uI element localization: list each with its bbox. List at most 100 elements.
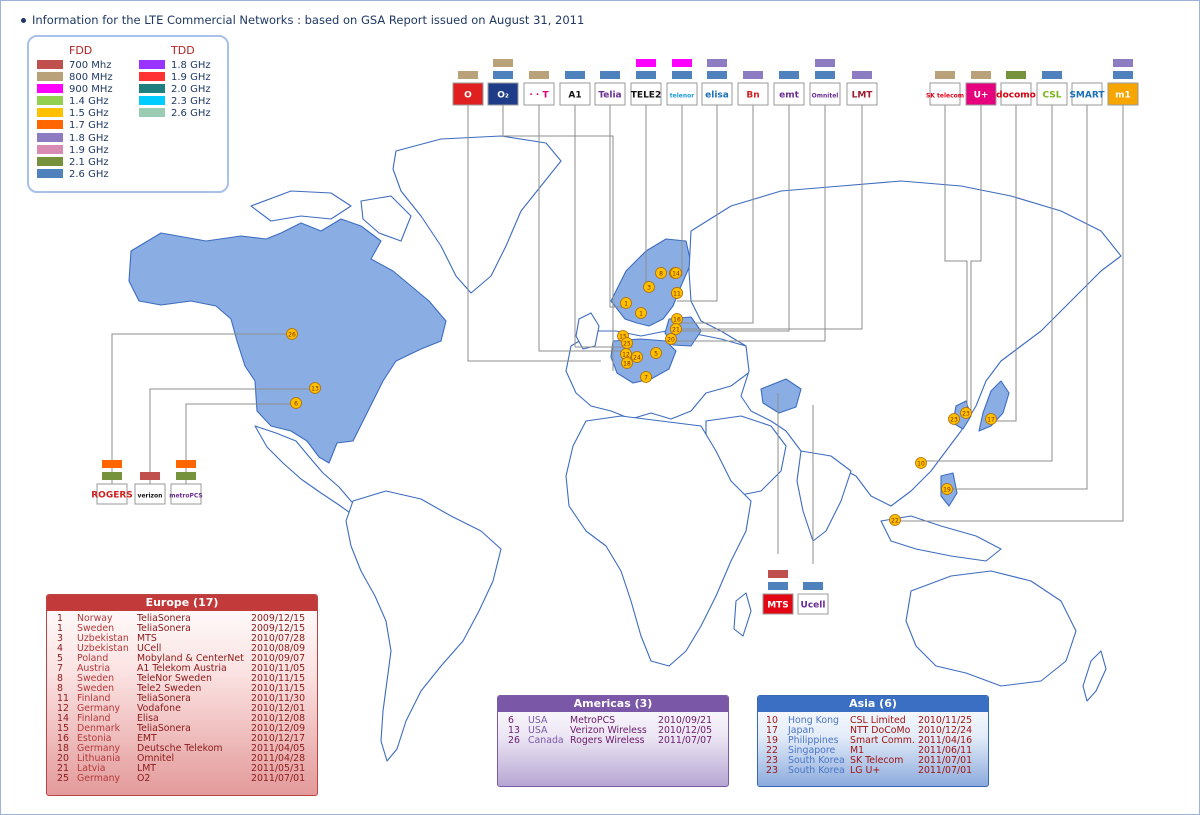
tdd-legend-item: 2.6 GHz bbox=[139, 108, 211, 120]
marker-number: 22 bbox=[891, 517, 899, 524]
tdd-color-swatch bbox=[139, 108, 165, 118]
fdd-legend-item: 2.6 GHz bbox=[37, 168, 113, 181]
network-marker: 19 bbox=[941, 483, 953, 495]
lte-network-map: Information for the LTE Commercial Netwo… bbox=[0, 0, 1200, 815]
operator-logo: Ucell bbox=[797, 582, 829, 615]
americas-table-header: Americas (3) bbox=[498, 696, 728, 712]
fdd-band-label: 1.5 GHz bbox=[69, 108, 109, 120]
network-marker: 17 bbox=[985, 413, 997, 425]
fdd-band-label: 700 Mhz bbox=[69, 60, 112, 71]
network-marker: 21 bbox=[670, 323, 682, 335]
table-row: 25 Germany O2 2011/07/01 bbox=[47, 774, 317, 784]
band-swatch bbox=[1113, 59, 1133, 67]
operator-logo: docomo bbox=[996, 71, 1036, 106]
marker-number: 7 bbox=[644, 374, 648, 381]
fdd-color-swatch bbox=[37, 132, 63, 142]
band-swatch bbox=[102, 472, 122, 480]
row-country: South Korea bbox=[788, 765, 845, 776]
marker-number: 20 bbox=[667, 336, 675, 343]
logo-text: emt bbox=[779, 91, 799, 101]
marker-number: 17 bbox=[987, 416, 995, 423]
asia-table-body: 10 Hong Kong CSL Limited 2010/11/25 17 Japan N… bbox=[758, 712, 988, 776]
operator-logo: SMART bbox=[1069, 82, 1105, 106]
network-marker: 1 bbox=[635, 307, 647, 319]
asia-table-header: Asia (6) bbox=[758, 696, 988, 712]
australia-shape bbox=[905, 570, 1077, 687]
marker-number: 23 bbox=[962, 410, 970, 417]
logo-text: telenor bbox=[670, 93, 694, 100]
operator-logo: TELE2 bbox=[630, 59, 662, 106]
band-swatch bbox=[176, 472, 196, 480]
north-america-shape bbox=[128, 218, 447, 464]
logo-text: Telia bbox=[598, 91, 621, 101]
row-launch-date: 2011/07/01 bbox=[918, 765, 973, 776]
logo-text: Omnitel bbox=[812, 93, 839, 100]
fdd-color-swatch bbox=[37, 168, 63, 178]
tdd-band-label: 2.3 GHz bbox=[171, 96, 211, 108]
logo-text: O₂ bbox=[497, 91, 509, 101]
marker-number: 6 bbox=[294, 400, 298, 407]
marker-number: 10 bbox=[917, 460, 925, 467]
tdd-legend-item: 1.9 GHz bbox=[139, 72, 211, 84]
marker-number: 5 bbox=[654, 350, 658, 357]
tdd-color-swatch bbox=[139, 72, 165, 82]
frequency-legend: FDD 700 Mhz 800 MHz 900 MHz 1.4 GHz 1.5 GHz 1… bbox=[27, 35, 229, 193]
marker-number: 11 bbox=[673, 290, 681, 297]
fdd-color-swatch bbox=[37, 144, 63, 154]
network-marker: 16 bbox=[671, 313, 683, 325]
fdd-list: 700 Mhz 800 MHz 900 MHz 1.4 GHz 1.5 GHz 1.7 G… bbox=[37, 60, 113, 181]
logo-text: SK telecom bbox=[926, 93, 964, 100]
logo-text: Ucell bbox=[801, 601, 826, 611]
logo-text: MTS bbox=[767, 601, 789, 611]
network-marker: 3 bbox=[643, 281, 655, 293]
band-swatch bbox=[636, 71, 656, 79]
marker-number: 14 bbox=[672, 270, 680, 277]
band-swatch bbox=[768, 570, 788, 578]
network-marker: 26 bbox=[286, 328, 298, 340]
logo-text: Bn bbox=[746, 91, 759, 101]
tdd-legend-item: 2.0 GHz bbox=[139, 84, 211, 96]
operator-logo: m1 bbox=[1107, 59, 1139, 106]
fdd-color-swatch bbox=[37, 156, 63, 166]
band-swatch bbox=[636, 59, 656, 67]
marker-number: 8 bbox=[659, 270, 663, 277]
band-swatch bbox=[565, 71, 585, 79]
network-marker: 23 bbox=[948, 413, 960, 425]
marker-number: 1 bbox=[639, 310, 643, 317]
operator-logo: verizon bbox=[134, 472, 166, 505]
arctic-islands-shape bbox=[250, 190, 352, 222]
operator-logo: Telia bbox=[594, 71, 626, 106]
marker-number: 25 bbox=[623, 340, 631, 347]
new-zealand-shape bbox=[1082, 650, 1107, 702]
tdd-band-label: 2.0 GHz bbox=[171, 84, 211, 96]
table-row: 23 South Korea LG U+ 2011/07/01 bbox=[758, 766, 988, 776]
band-swatch bbox=[1006, 71, 1026, 79]
europe-table-header: Europe (17) bbox=[47, 595, 317, 611]
marker-number: 16 bbox=[673, 316, 681, 323]
fdd-legend-item: 1.5 GHz bbox=[37, 108, 113, 120]
network-marker: 11 bbox=[671, 287, 683, 299]
band-swatch bbox=[529, 71, 549, 79]
network-marker: 24 bbox=[631, 351, 643, 363]
fdd-legend-item: 1.4 GHz bbox=[37, 96, 113, 108]
band-swatch bbox=[815, 71, 835, 79]
fdd-color-swatch bbox=[37, 120, 63, 130]
network-marker: 22 bbox=[889, 514, 901, 526]
operator-logo: telenor bbox=[666, 59, 698, 106]
marker-number: 21 bbox=[672, 326, 680, 333]
logo-text: docomo bbox=[996, 91, 1036, 101]
logo-text: O bbox=[464, 91, 472, 101]
tdd-band-label: 1.8 GHz bbox=[171, 60, 211, 71]
band-swatch bbox=[815, 59, 835, 67]
band-swatch bbox=[672, 71, 692, 79]
marker-number: 3 bbox=[647, 284, 651, 291]
band-swatch bbox=[1042, 71, 1062, 79]
fdd-band-label: 1.8 GHz bbox=[69, 132, 109, 144]
band-swatch bbox=[707, 59, 727, 67]
asia-table: Asia (6) 10 Hong Kong CSL Limited 2010/11/2… bbox=[757, 695, 989, 787]
logo-text: elisa bbox=[705, 91, 729, 101]
india-shape bbox=[796, 450, 852, 542]
marker-number: 19 bbox=[943, 486, 951, 493]
greenland-shape bbox=[392, 135, 562, 294]
row-launch-date: 2011/07/01 bbox=[251, 773, 306, 784]
